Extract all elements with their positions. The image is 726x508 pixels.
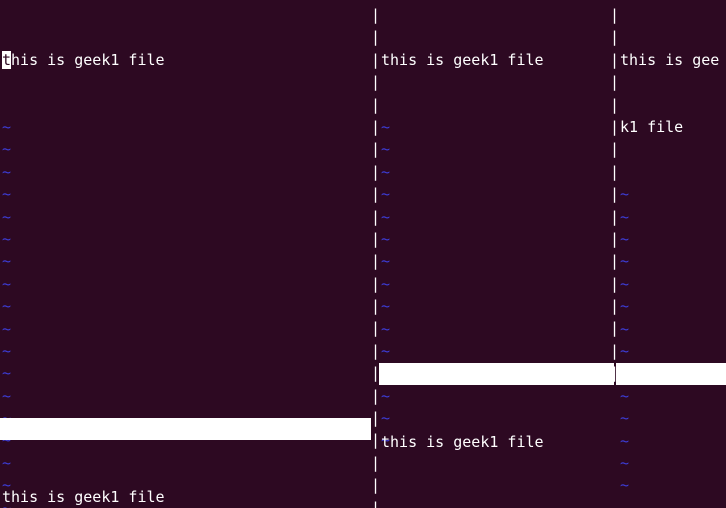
separator-bar-glyph: | bbox=[371, 73, 381, 92]
filler-line: ~ bbox=[381, 341, 391, 360]
filler-line: ~ bbox=[381, 252, 391, 271]
separator-bar-glyph: | bbox=[371, 207, 381, 226]
separator-bar-glyph: | bbox=[610, 140, 620, 159]
filler-line: ~ bbox=[620, 274, 630, 293]
separator-bar-glyph: | bbox=[610, 252, 620, 271]
text-line-right-1: this is gee bbox=[620, 50, 720, 69]
filler-line: ~ bbox=[381, 229, 391, 248]
window-separator-right: | | | | | | | | | | | | | | | | | bbox=[610, 4, 619, 385]
cursor-block: t bbox=[2, 50, 12, 69]
separator-bar-glyph: | bbox=[610, 28, 620, 47]
separator-bar-glyph: | bbox=[371, 95, 381, 114]
statusline-right[interactable]: <eek1 1,1 bbox=[616, 363, 726, 386]
filler-line: ~ bbox=[2, 207, 12, 226]
separator-bar-glyph: | bbox=[610, 50, 620, 69]
filler-line: ~ bbox=[620, 386, 630, 405]
filler-line: ~ bbox=[620, 453, 630, 472]
filler-line: ~ bbox=[2, 341, 12, 360]
separator-bar-glyph: | bbox=[610, 185, 620, 204]
separator-bar-glyph: | bbox=[610, 6, 620, 24]
filler-line: ~ bbox=[620, 431, 630, 450]
separator-bar-glyph: | bbox=[371, 386, 381, 405]
separator-bar-glyph: | bbox=[610, 341, 620, 360]
separator-bar-glyph: | bbox=[371, 274, 381, 293]
filler-line: ~ bbox=[2, 252, 12, 271]
filler-line: ~ bbox=[2, 386, 12, 405]
filler-line: ~ bbox=[2, 364, 12, 383]
filler-line: ~ bbox=[381, 162, 391, 181]
separator-bar-glyph: | bbox=[371, 319, 381, 338]
separator-bar-glyph: | bbox=[371, 453, 381, 472]
separator-bar-glyph: | bbox=[371, 252, 381, 271]
text-line-left-below: this is geek1 file bbox=[2, 487, 165, 506]
filler-line: ~ bbox=[620, 409, 630, 428]
separator-bar-glyph: | bbox=[371, 476, 381, 495]
filler-line: ~ bbox=[620, 207, 630, 226]
filler-line: ~ bbox=[2, 229, 12, 248]
separator-bar-glyph: | bbox=[610, 274, 620, 293]
separator-bar-glyph: | bbox=[371, 431, 381, 450]
separator-bar-glyph: | bbox=[610, 207, 620, 226]
filler-line: ~ bbox=[381, 319, 391, 338]
separator-bar-glyph: | bbox=[371, 117, 381, 136]
separator-bar-glyph: | bbox=[610, 73, 620, 92]
filler-line: ~ bbox=[381, 185, 391, 204]
separator-bar-glyph: | bbox=[610, 229, 620, 248]
filler-line: ~ bbox=[620, 230, 630, 248]
statusline-middle[interactable]: geek1 1,1 All bbox=[379, 363, 614, 386]
text-line-cursor: this is geek1 file bbox=[2, 49, 370, 71]
filler-line: ~ bbox=[381, 274, 391, 293]
terminal-window[interactable]: this is geek1 file ~~~~~~~~~~~~~~~~~~ ge… bbox=[0, 0, 726, 508]
separator-bar-glyph: | bbox=[371, 50, 381, 69]
filler-lines-right: ~~~~~~~~~~~~~~ bbox=[620, 183, 726, 496]
filler-line: ~ bbox=[2, 297, 12, 316]
vim-window-left-below[interactable]: this is geek1 file ~~ bbox=[2, 441, 370, 508]
filler-line: ~ bbox=[2, 274, 12, 293]
filler-line: ~ bbox=[2, 140, 12, 159]
statusline-left[interactable]: geek1 1,1 All bbox=[0, 418, 371, 441]
filler-line: ~ bbox=[620, 319, 630, 338]
filler-line: ~ bbox=[620, 297, 630, 316]
separator-bar-glyph: | bbox=[371, 297, 381, 316]
separator-bar-glyph: | bbox=[371, 409, 381, 428]
filler-line: ~ bbox=[381, 207, 391, 226]
separator-bar-glyph: | bbox=[371, 28, 381, 47]
separator-bar-glyph: | bbox=[371, 6, 381, 24]
filler-line: ~ bbox=[620, 252, 630, 271]
text-line-left-rest: his is geek1 file bbox=[11, 50, 165, 69]
filler-line: ~ bbox=[2, 185, 12, 204]
filler-line: ~ bbox=[381, 297, 391, 316]
separator-bar-glyph: | bbox=[610, 117, 620, 136]
separator-bar-glyph: | bbox=[371, 498, 381, 508]
separator-bar-glyph: | bbox=[371, 341, 381, 360]
separator-bar-glyph: | bbox=[371, 162, 381, 181]
window-separator-left: | | | | | | | | | | | | | | | | | | | | | | | bbox=[371, 4, 380, 508]
separator-bar-glyph: | bbox=[371, 229, 381, 248]
separator-bar-glyph: | bbox=[371, 185, 381, 204]
separator-bar-glyph: | bbox=[610, 95, 620, 114]
text-line-right-2: k1 file bbox=[620, 118, 684, 137]
vim-window-right[interactable]: this is gee k1 file ~~~~~~~~~~~~~~ bbox=[620, 4, 726, 508]
separator-bar-glyph: | bbox=[610, 297, 620, 316]
separator-bar-glyph: | bbox=[371, 140, 381, 159]
filler-line: ~ bbox=[620, 341, 630, 360]
text-line-middle: this is geek1 file bbox=[381, 50, 544, 69]
separator-bar-glyph: | bbox=[610, 319, 620, 338]
filler-line: ~ bbox=[2, 319, 12, 338]
separator-bar-glyph: | bbox=[610, 162, 620, 181]
filler-line: ~ bbox=[620, 185, 630, 204]
filler-line: ~ bbox=[620, 476, 630, 495]
filler-line: ~ bbox=[2, 118, 12, 137]
filler-line: ~ bbox=[381, 118, 391, 137]
filler-line: ~ bbox=[2, 162, 12, 181]
filler-line: ~ bbox=[381, 140, 391, 159]
